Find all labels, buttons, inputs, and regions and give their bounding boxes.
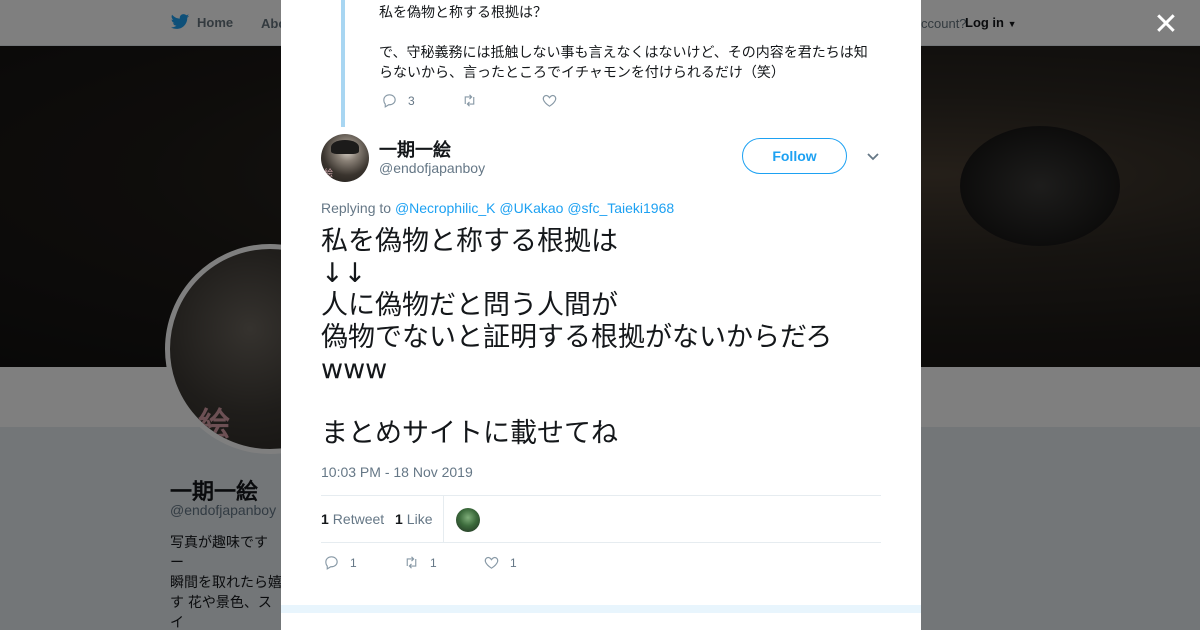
retweet-icon [464,94,475,107]
mention-link[interactable]: @sfc_Taieki1968 [567,200,674,216]
heart-icon [542,94,557,107]
previous-reply-button[interactable]: 3 [381,92,461,109]
follow-button[interactable]: Follow [742,138,847,174]
like-count: 1 [510,555,517,570]
retweet-stat[interactable]: 1 Retweet [321,511,384,527]
liker-avatar[interactable] [456,508,480,532]
close-icon[interactable]: ✕ [1152,10,1180,40]
previous-tweet-actions: 3 [381,92,621,109]
chevron-down-icon [867,153,879,161]
thread-connector-line [341,0,345,127]
reply-count: 1 [350,555,357,570]
avatar-mark: 絵 [324,169,334,179]
mention-link[interactable]: @Necrophilic_K [395,200,496,216]
heart-icon [484,556,499,569]
tweet-modal: 私を偽物と称する根拠は？ で、守秘義務には抵触しない事も言えなくはないけど、その… [281,0,921,630]
tweet-timestamp[interactable]: 10:03 PM - 18 Nov 2019 [321,464,473,480]
replying-to-line: Replying to @Necrophilic_K @UKakao @sfc_… [321,200,674,216]
tweet-menu-button[interactable] [865,148,881,164]
stats-divider [443,496,444,542]
reply-button[interactable]: 1 [323,554,403,571]
reply-icon [325,556,338,570]
author-name[interactable]: 一期一絵 [379,136,451,162]
retweet-button[interactable]: 1 [403,554,483,571]
previous-like-button[interactable] [541,92,621,109]
retweet-icon [406,556,417,569]
tweet-text: 私を偽物と称する根拠は ↓↓ 人に偽物だと問う人間が 偽物でないと証明する根拠が… [321,226,833,449]
author-avatar[interactable]: 絵 [321,134,369,182]
retweet-stat-label: Retweet [332,511,385,527]
like-stat[interactable]: 1 Like [395,511,432,527]
previous-retweet-button[interactable] [461,92,541,109]
reply-icon [383,94,396,108]
like-button[interactable]: 1 [483,554,563,571]
tweet-actions: 1 1 1 [323,554,563,571]
like-stat-count: 1 [395,511,403,527]
retweet-stat-count: 1 [321,511,329,527]
tweet-stats: 1 Retweet 1 Like [321,495,881,543]
like-stat-label: Like [406,511,433,527]
avatar-hat-detail [331,140,359,154]
replying-prefix: Replying to [321,200,392,216]
replies-section-edge [281,605,921,613]
previous-reply-count: 3 [408,93,415,108]
previous-tweet-text: 私を偽物と称する根拠は？ で、守秘義務には抵触しない事も言えなくはないけど、その… [379,4,868,80]
mention-link[interactable]: @UKakao [499,200,563,216]
author-handle[interactable]: @endofjapanboy [379,160,485,176]
retweet-count: 1 [430,555,437,570]
